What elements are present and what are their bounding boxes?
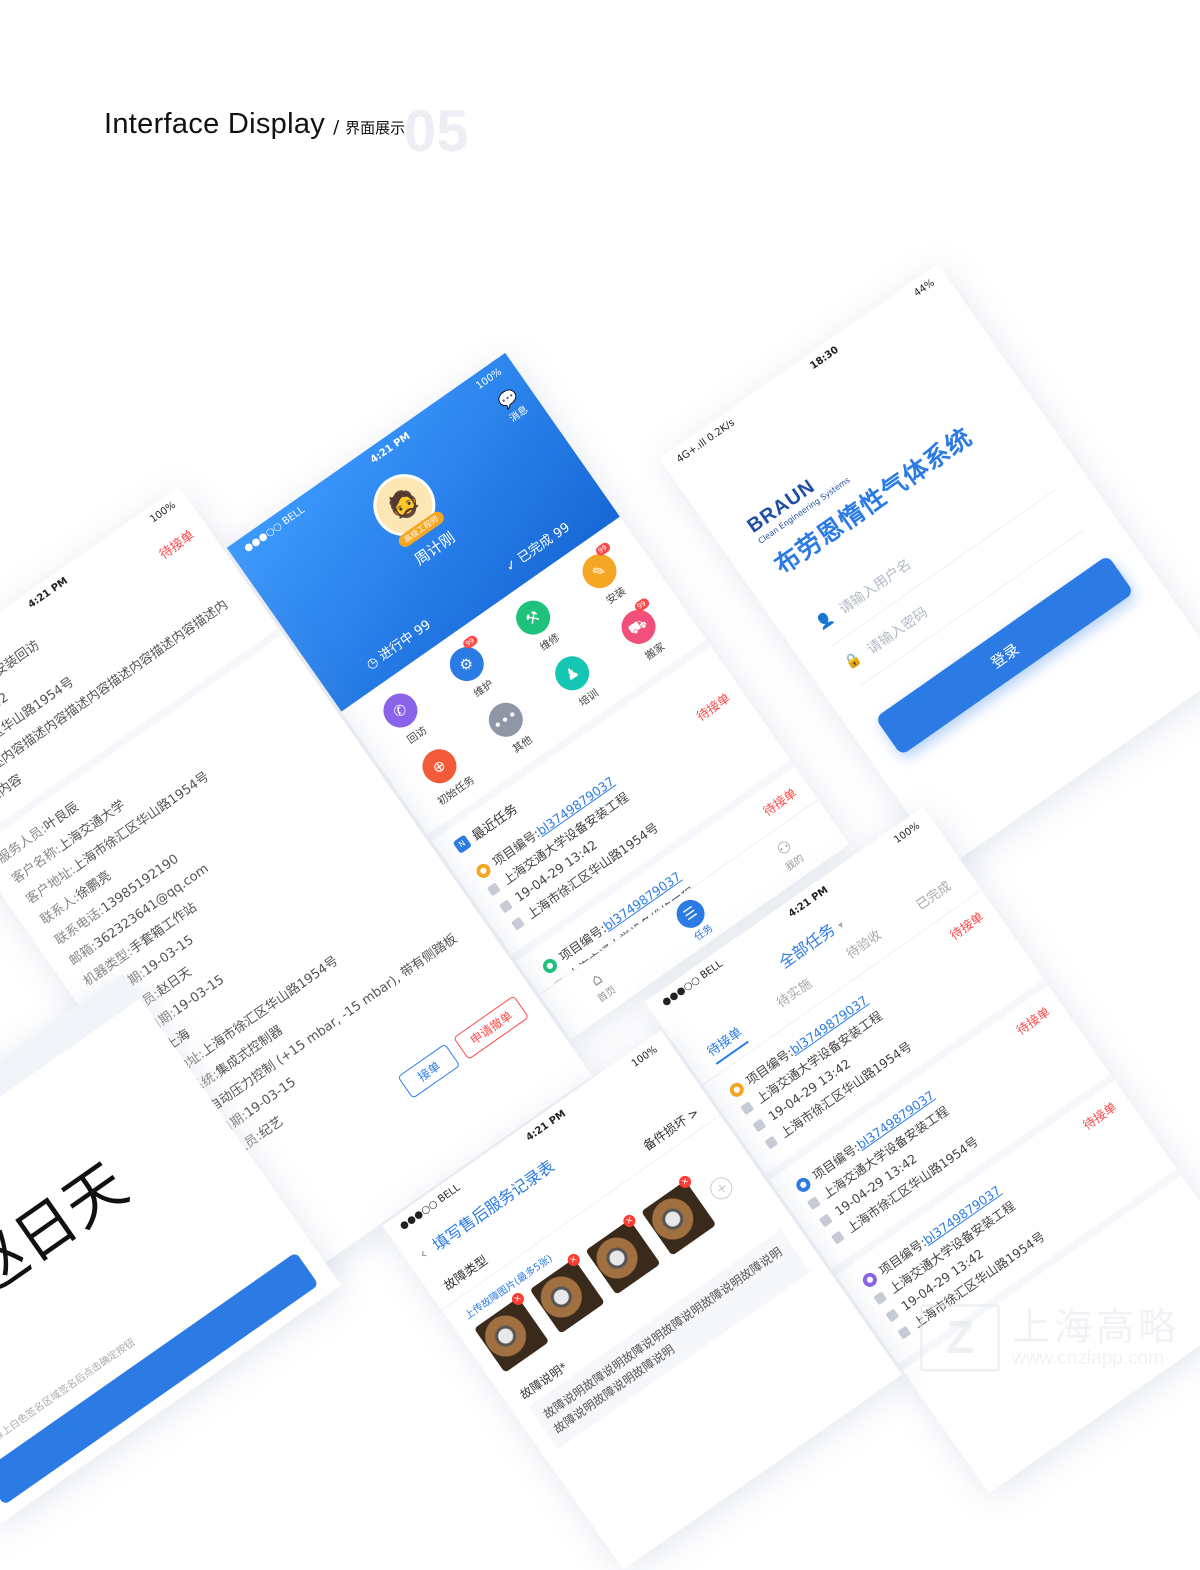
building-icon	[740, 1100, 754, 1115]
status-time: 4:21 PM	[368, 430, 413, 466]
watermark-url: www.cnzlapp.com	[1011, 1348, 1165, 1369]
building-icon	[806, 1195, 821, 1210]
task-type-icon: ●	[859, 1269, 880, 1290]
remove-photo-icon[interactable]: ×	[509, 1290, 527, 1308]
add-photo-icon[interactable]: ＋	[706, 1172, 737, 1204]
clock-icon	[885, 1308, 900, 1322]
back-icon[interactable]: ‹	[415, 1244, 431, 1263]
watermark: Z 上海高略 www.cnzlapp.com	[919, 1304, 1180, 1372]
remove-photo-icon[interactable]: ×	[565, 1251, 583, 1269]
grid-item-label: 搬家	[643, 640, 668, 663]
count-badge: 99	[632, 596, 651, 614]
task-type-icon: ●	[539, 955, 560, 976]
tab-home[interactable]: ⌂ 首页	[583, 966, 618, 1004]
tab-task[interactable]: ☰ 任务	[670, 893, 719, 945]
count-badge: 99	[593, 541, 612, 558]
user-icon: 👤	[813, 609, 837, 633]
count-badge: 99	[460, 633, 479, 651]
grid-item-label: 其他	[510, 733, 535, 756]
section-subtitle: 界面展示	[345, 119, 406, 137]
remove-photo-icon[interactable]: ×	[676, 1173, 694, 1191]
location-icon	[764, 1135, 779, 1150]
clock-icon	[752, 1117, 766, 1132]
field-value: 纪艺	[256, 1114, 287, 1142]
task-type-icon: ●	[793, 1174, 813, 1195]
building-icon	[873, 1290, 888, 1305]
grid-item-label: 维护	[471, 677, 496, 700]
clock-icon	[498, 899, 513, 914]
watermark-name: 上海高略	[1011, 1305, 1180, 1349]
grid-item-label: 维修	[537, 631, 562, 654]
location-icon	[830, 1230, 845, 1245]
remove-photo-icon[interactable]: ×	[621, 1212, 638, 1230]
clock-icon	[818, 1213, 833, 1227]
grid-item-label: 安装	[604, 585, 629, 607]
battery-status: 100%	[474, 366, 504, 392]
location-icon	[897, 1325, 912, 1340]
task-type-icon: ●	[473, 860, 493, 881]
signature-strokes: 赵日天	[0, 1149, 140, 1311]
grid-item-label: 培训	[576, 687, 601, 710]
location-icon	[510, 916, 525, 931]
section-number: 05	[404, 99, 469, 164]
task-type-icon: ●	[726, 1079, 747, 1100]
recent-icon: N	[452, 834, 472, 854]
section-header: 05 Interface Display / 界面展示	[104, 99, 469, 164]
section-title: Interface Display	[104, 108, 326, 140]
lock-icon: 🔒	[841, 649, 865, 673]
chevron-down-icon: ▾	[835, 919, 847, 932]
title-separator: /	[333, 117, 340, 138]
grid-item-label: 回访	[405, 724, 430, 747]
tab-mine[interactable]: ⚇ 我的	[771, 835, 807, 873]
building-icon	[486, 881, 501, 896]
watermark-logo: Z	[919, 1304, 1000, 1372]
